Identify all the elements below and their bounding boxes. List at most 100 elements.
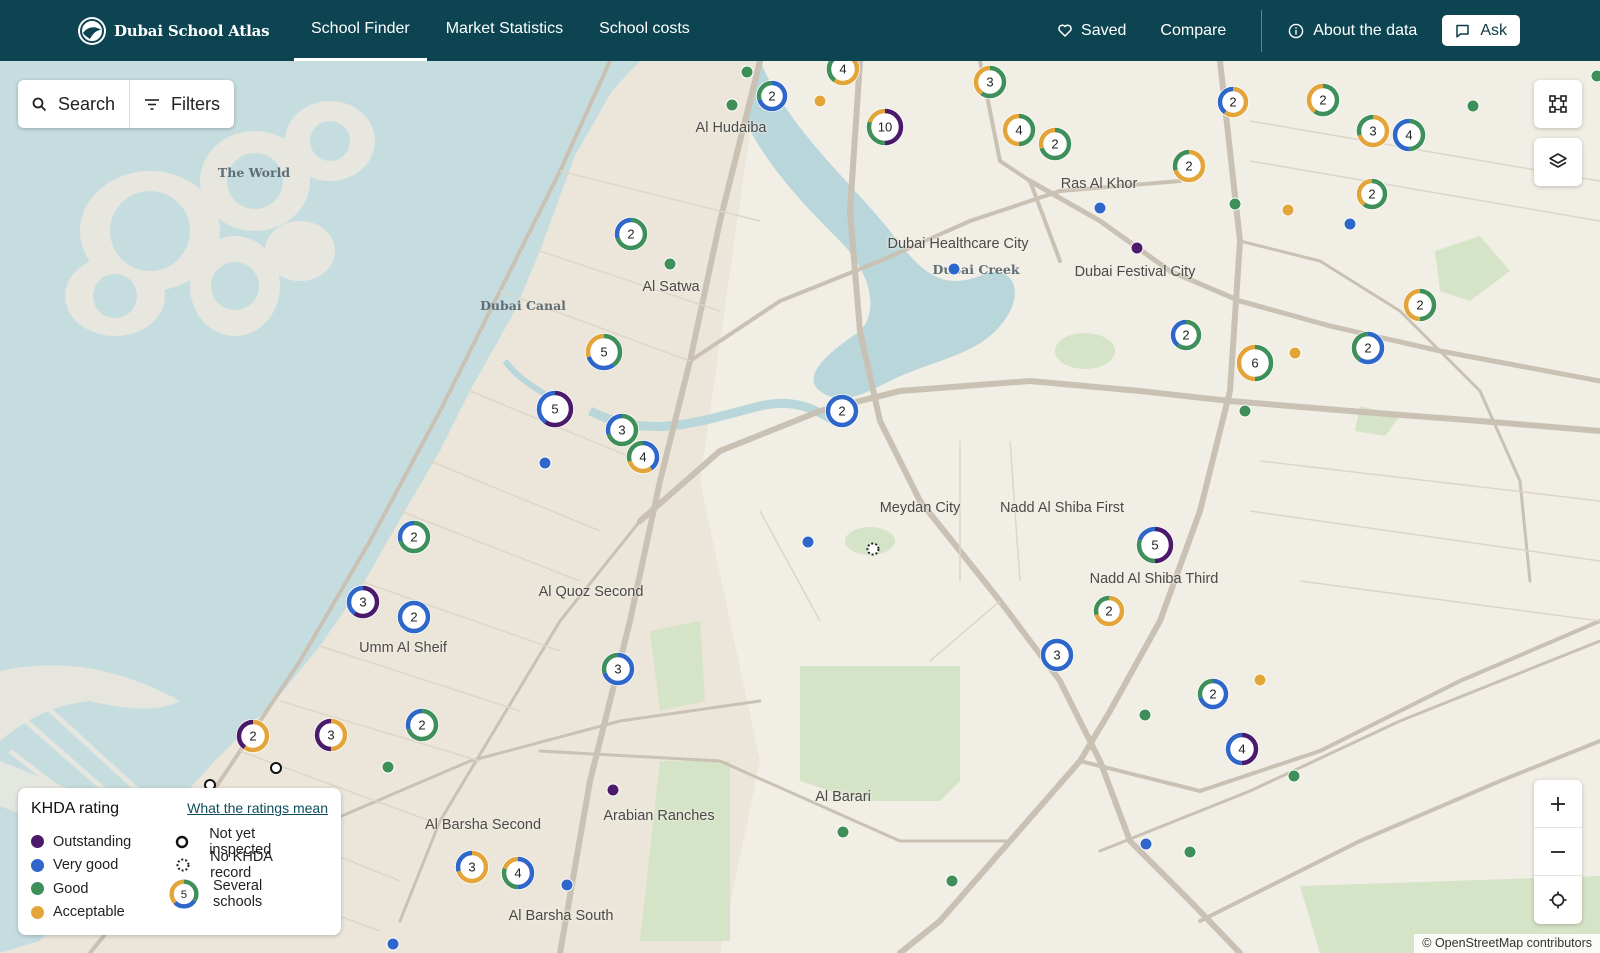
school-cluster-marker[interactable]: 5 [534, 388, 576, 430]
school-cluster-marker[interactable]: 2 [403, 706, 441, 744]
cluster-count: 10 [878, 120, 892, 135]
school-dot[interactable] [1281, 203, 1295, 217]
school-cluster-marker[interactable]: 5 [1134, 524, 1176, 566]
school-cluster-marker[interactable]: 3 [344, 583, 382, 621]
cluster-count: 2 [838, 404, 845, 419]
school-dot[interactable] [740, 65, 754, 79]
school-dot[interactable] [1288, 346, 1302, 360]
school-dot[interactable] [725, 98, 739, 112]
ask-label: Ask [1480, 21, 1507, 39]
school-dot[interactable] [1253, 673, 1267, 687]
school-cluster-marker[interactable]: 2 [1215, 84, 1251, 120]
school-dot[interactable] [381, 760, 395, 774]
school-cluster-marker[interactable]: 2 [395, 598, 433, 636]
school-dot[interactable] [947, 262, 961, 276]
legend-ratings-column: Outstanding Very good Good Acceptable [31, 830, 169, 924]
tab-school-finder[interactable]: School Finder [294, 0, 427, 61]
zoom-out-button[interactable] [1534, 828, 1582, 876]
school-dot[interactable] [1343, 217, 1357, 231]
school-cluster-marker[interactable]: 4 [624, 438, 662, 476]
school-dot[interactable] [386, 937, 400, 951]
filters-button[interactable]: Filters [129, 80, 234, 128]
school-cluster-marker[interactable]: 2 [1349, 329, 1387, 367]
not-inspected-school-marker[interactable] [270, 762, 282, 774]
school-cluster-marker[interactable]: 2 [612, 215, 650, 253]
school-cluster-marker[interactable]: 2 [234, 717, 272, 755]
school-dot[interactable] [836, 825, 850, 839]
school-cluster-marker[interactable]: 2 [395, 518, 433, 556]
search-button[interactable]: Search [18, 80, 129, 128]
school-cluster-marker[interactable]: 3 [971, 63, 1009, 101]
school-dot[interactable] [801, 535, 815, 549]
school-cluster-marker[interactable]: 4 [824, 61, 862, 88]
tab-market-statistics[interactable]: Market Statistics [429, 0, 580, 61]
cluster-count: 3 [327, 728, 334, 743]
school-cluster-marker[interactable]: 5 [583, 331, 625, 373]
school-cluster-marker[interactable]: 4 [1223, 730, 1261, 768]
school-dot[interactable] [945, 874, 959, 888]
cluster-count: 2 [1182, 328, 1189, 343]
brand[interactable]: Dubai School Atlas [78, 16, 288, 45]
school-dot[interactable] [1138, 708, 1152, 722]
school-cluster-marker[interactable]: 4 [1000, 111, 1038, 149]
cluster-donut-icon: 5 [169, 879, 199, 909]
school-dot[interactable] [1093, 201, 1107, 215]
school-cluster-marker[interactable]: 2 [754, 78, 790, 114]
school-cluster-marker[interactable]: 3 [1038, 636, 1076, 674]
school-cluster-marker[interactable]: 3 [599, 650, 637, 688]
right-nav: Saved Compare About the data Ask [1041, 0, 1600, 61]
cluster-count: 2 [410, 610, 417, 625]
school-dot[interactable] [1183, 845, 1197, 859]
school-cluster-marker[interactable]: 4 [499, 854, 537, 892]
school-dot[interactable] [813, 94, 827, 108]
school-cluster-marker[interactable]: 2 [1036, 125, 1074, 163]
brand-name: Dubai School Atlas [114, 21, 270, 40]
school-dot[interactable] [560, 878, 574, 892]
school-cluster-marker[interactable]: 3 [1354, 112, 1392, 150]
school-cluster-marker[interactable]: 2 [1195, 676, 1231, 712]
school-cluster-marker[interactable]: 3 [453, 848, 491, 886]
legend-item-outstanding: Outstanding [31, 830, 169, 854]
school-cluster-marker[interactable]: 4 [1390, 116, 1428, 154]
cluster-count: 2 [1416, 298, 1423, 313]
fullscreen-frame-icon [1549, 95, 1567, 113]
empty-ring-icon [175, 835, 189, 848]
school-cluster-marker[interactable]: 6 [1234, 342, 1276, 384]
layers-button[interactable] [1534, 138, 1582, 186]
map-style-button[interactable] [1534, 80, 1582, 128]
school-dot[interactable] [1238, 404, 1252, 418]
legend-item-no-record: No KHDA record [169, 849, 307, 881]
place-label: Al Quoz Second [538, 584, 644, 600]
about-data-button[interactable]: About the data [1271, 22, 1434, 40]
school-cluster-marker[interactable]: 2 [1304, 81, 1342, 119]
legend-label: Outstanding [53, 833, 132, 850]
no-khda-record-marker[interactable] [865, 541, 881, 557]
school-dot[interactable] [1466, 99, 1480, 113]
saved-button[interactable]: Saved [1041, 22, 1143, 40]
school-dot[interactable] [538, 456, 552, 470]
ask-button[interactable]: Ask [1442, 15, 1520, 46]
school-dot[interactable] [606, 783, 620, 797]
water-label-dubai-creek: Dubai Creek [932, 262, 1020, 277]
school-dot[interactable] [1139, 837, 1153, 851]
school-cluster-marker[interactable]: 3 [312, 716, 350, 754]
school-cluster-marker[interactable]: 2 [1354, 176, 1390, 212]
school-dot[interactable] [663, 257, 677, 271]
locate-me-button[interactable] [1534, 876, 1582, 924]
ratings-info-link[interactable]: What the ratings mean [187, 800, 328, 816]
school-cluster-marker[interactable]: 10 [864, 106, 906, 148]
zoom-in-button[interactable] [1534, 780, 1582, 828]
school-cluster-marker[interactable]: 2 [1401, 286, 1439, 324]
place-label: Nadd Al Shiba Third [1089, 571, 1219, 587]
tab-school-costs[interactable]: School costs [582, 0, 707, 61]
school-cluster-marker[interactable]: 2 [1091, 593, 1127, 629]
school-dot[interactable] [1228, 197, 1242, 211]
school-dot[interactable] [1590, 69, 1600, 83]
school-dot[interactable] [1130, 241, 1144, 255]
compare-button[interactable]: Compare [1143, 22, 1243, 40]
school-cluster-marker[interactable]: 2 [1170, 147, 1208, 185]
school-dot[interactable] [1287, 769, 1301, 783]
legend-label: Several schools [213, 878, 263, 910]
school-cluster-marker[interactable]: 2 [823, 392, 861, 430]
school-cluster-marker[interactable]: 2 [1168, 317, 1204, 353]
